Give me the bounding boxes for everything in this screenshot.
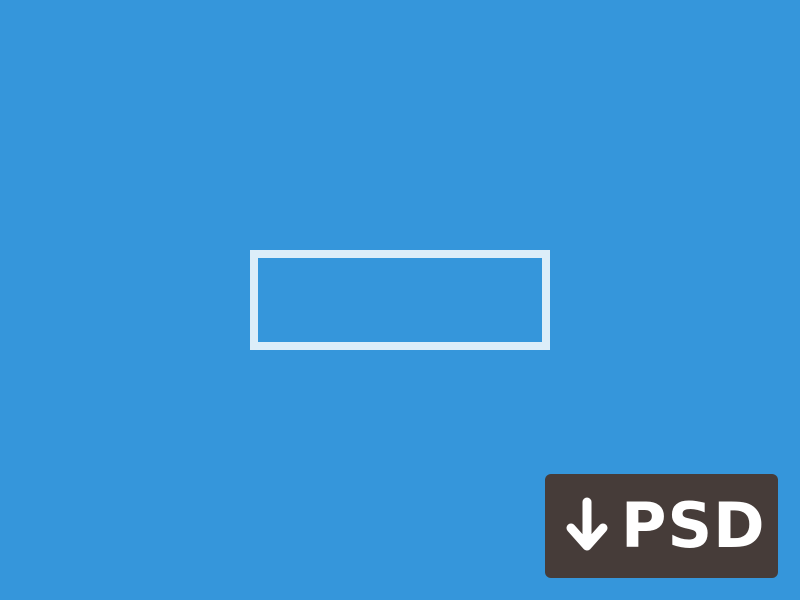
psd-label: PSD — [621, 489, 766, 562]
arrow-down-icon — [566, 497, 608, 551]
psd-download-button[interactable]: PSD — [545, 474, 778, 578]
canvas: PSD — [0, 0, 800, 600]
outline-button[interactable] — [250, 250, 550, 350]
